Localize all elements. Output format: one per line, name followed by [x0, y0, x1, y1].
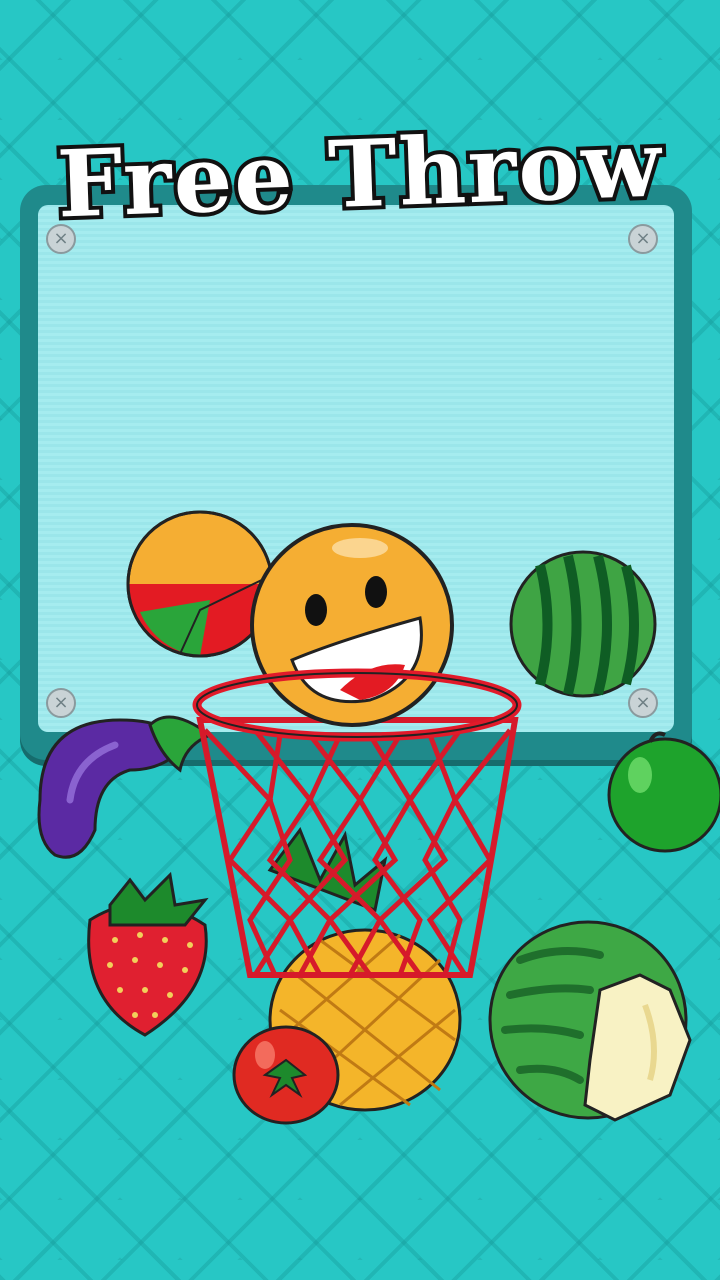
eggplant[interactable]: [37, 715, 214, 859]
tomato[interactable]: [232, 1025, 340, 1125]
cabbage[interactable]: [488, 920, 692, 1122]
beach-ball[interactable]: [126, 510, 274, 658]
smiley-ball-player[interactable]: [250, 523, 454, 727]
watermelon-ball[interactable]: [509, 550, 657, 698]
strawberry[interactable]: [87, 871, 209, 1037]
game-scene: [37, 510, 720, 1125]
green-apple[interactable]: [607, 731, 720, 853]
